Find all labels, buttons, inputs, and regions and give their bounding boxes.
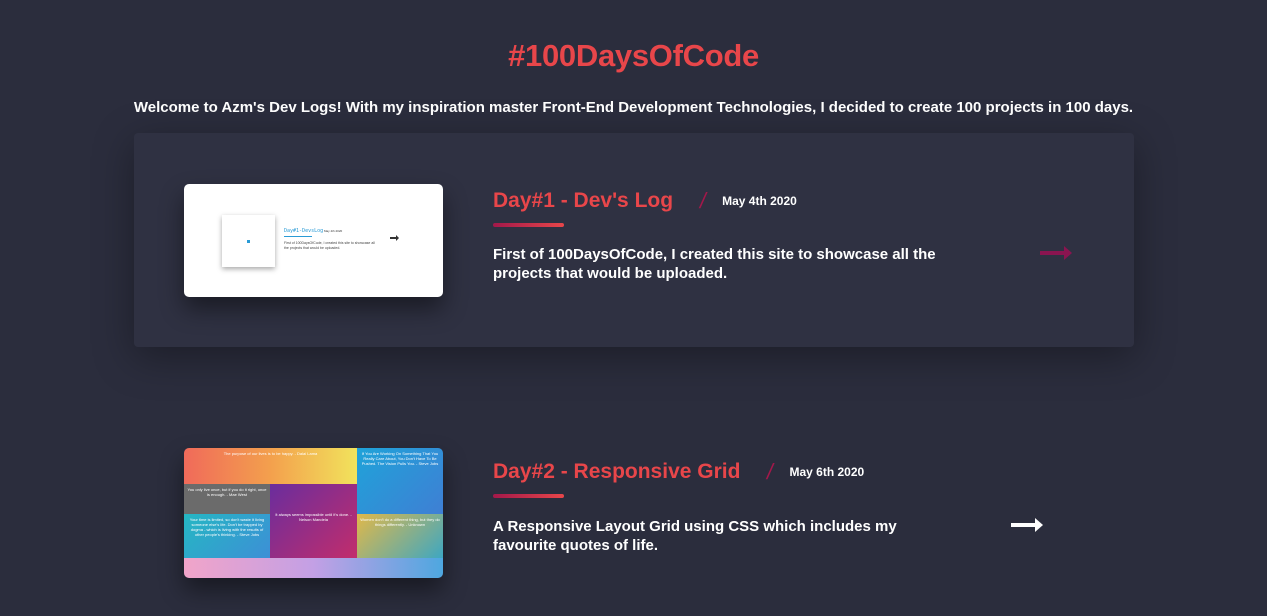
page-title: #100DaysOfCode	[508, 38, 759, 73]
grid-cell: The purpose of our lives is to be happy.…	[184, 448, 357, 484]
log-header-day-2: Day#2 - Responsive Grid / May 6th 2020	[493, 459, 864, 485]
grid-cell: Women don't do a different thing, but th…	[357, 514, 443, 558]
thumbnail-underline	[284, 236, 312, 237]
log-description: A Responsive Layout Grid using CSS which…	[493, 518, 897, 554]
log-title[interactable]: Day#2 - Responsive Grid	[493, 460, 740, 484]
log-header-day-1: Day#1 - Dev's Log / May 4th 2020	[493, 188, 797, 214]
grid-cell: Your time is limited, so don't waste it …	[184, 514, 270, 558]
slash-divider: /	[697, 188, 708, 213]
log-date: May 6th 2020	[789, 465, 865, 479]
log-thumbnail-day-2[interactable]: The purpose of our lives is to be happy.…	[184, 448, 443, 578]
thumbnail-title: Day#1-DevsLog	[284, 228, 324, 234]
arrow-right-icon[interactable]	[1040, 246, 1072, 260]
log-card-day-1[interactable]: Day#1-DevsLog May 4th 2020 First of 100D…	[134, 133, 1134, 347]
title-underline	[493, 223, 564, 227]
slash-divider: /	[764, 459, 776, 484]
grid-cell: You only live once, but if you do it rig…	[184, 484, 270, 514]
title-underline	[493, 494, 564, 498]
thumbnail-mini-card	[222, 215, 275, 267]
log-thumbnail-day-1[interactable]: Day#1-DevsLog May 4th 2020 First of 100D…	[184, 184, 443, 297]
log-date: May 4th 2020	[722, 194, 797, 208]
arrow-right-icon[interactable]	[1011, 518, 1043, 532]
thumbnail-arrow-icon	[390, 235, 399, 241]
thumbnail-description: First of 100DaysOfCode, I created this s…	[284, 241, 375, 250]
grid-cell: It always seems impossible until it's do…	[270, 484, 357, 558]
thumbnail-date: May 4th 2020	[324, 229, 343, 233]
grid-cell	[184, 558, 443, 578]
log-description: First of 100DaysOfCode, I created this s…	[493, 246, 936, 282]
log-card-day-2[interactable]: The purpose of our lives is to be happy.…	[134, 405, 1134, 605]
intro-text: Welcome to Azm's Dev Logs! With my inspi…	[133, 99, 1134, 116]
thumbnail-dot	[247, 240, 250, 243]
log-title[interactable]: Day#1 - Dev's Log	[493, 189, 673, 213]
grid-cell: If You Are Working On Something That You…	[357, 448, 443, 514]
